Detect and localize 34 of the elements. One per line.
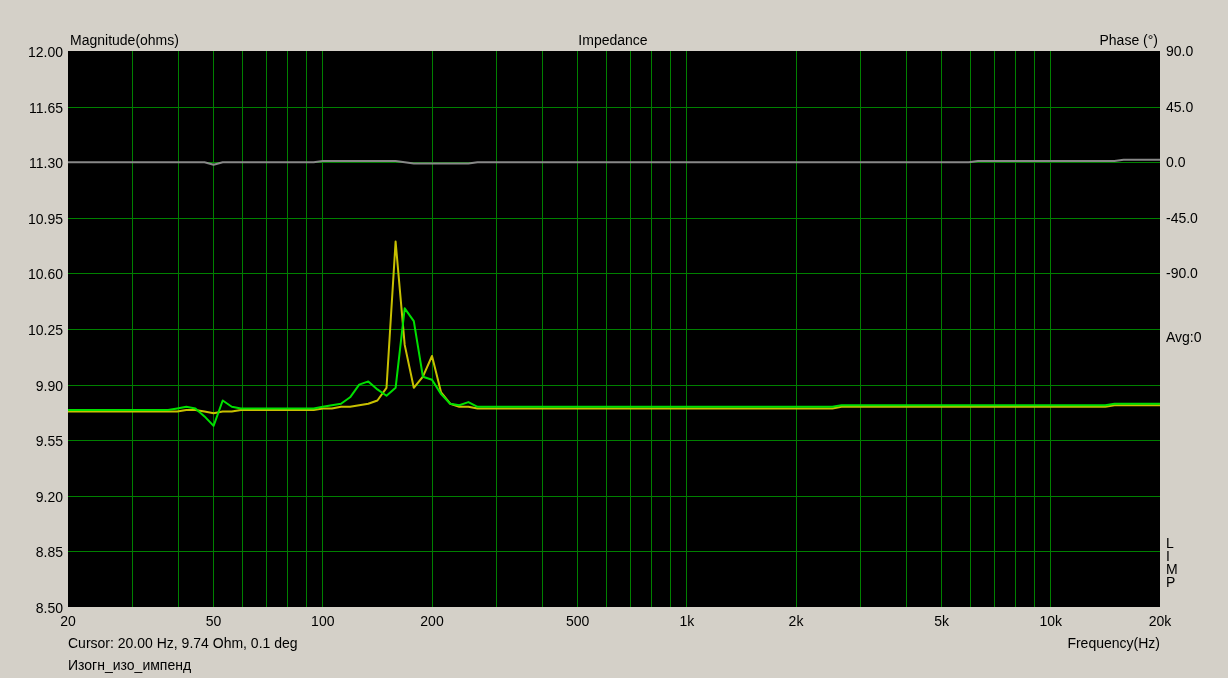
y-tick-label: 10.95 (27, 210, 63, 227)
y-tick-label: 10.60 (27, 265, 63, 282)
phase-tick-label: -45.0 (1166, 210, 1198, 226)
y-tick-label: 12.00 (27, 43, 63, 60)
x-tick-label: 50 (205, 613, 222, 629)
y-tick-label: 11.65 (29, 99, 63, 116)
x-tick-label: 20 (60, 613, 76, 629)
x-axis-title: Frequency(Hz) (1067, 635, 1160, 651)
file-name: Изогн_изо_импенд (68, 657, 192, 673)
x-tick-label: 5k (934, 613, 949, 629)
phase-tick-label: 90.0 (1166, 43, 1194, 59)
y-tick-label: 10.25 (27, 321, 63, 338)
phase-tick-label: -90.0 (1166, 265, 1198, 281)
phase-axis-title: Phase (°) (1099, 32, 1158, 48)
y-tick-label: 9.55 (35, 432, 63, 449)
cursor-readout: Cursor: 20.00 Hz, 9.74 Ohm, 0.1 deg (68, 635, 298, 651)
average-label: Avg:0 (1166, 329, 1202, 345)
x-tick-label: 2k (788, 613, 804, 629)
x-tick-label: 1k (679, 613, 695, 629)
y-tick-label: 11.30 (29, 154, 63, 171)
x-tick-label: 500 (565, 613, 590, 629)
x-tick-label: 200 (420, 613, 444, 629)
y-tick-label: 8.50 (35, 599, 63, 616)
y-tick-label: 9.20 (35, 488, 63, 505)
chart-title: Impedance (578, 32, 648, 48)
y-tick-label: 9.90 (35, 377, 63, 394)
x-tick-label: 20k (1148, 613, 1172, 629)
x-tick-label: 100 (311, 613, 335, 629)
y-axis-title: Magnitude(ohms) (70, 32, 179, 48)
app-logo-label: LIMP (1166, 535, 1178, 590)
phase-tick-label: 0.0 (1166, 154, 1186, 170)
phase-tick-label: 45.0 (1166, 99, 1194, 115)
x-tick-label: 10k (1039, 613, 1063, 629)
y-tick-label: 8.85 (35, 543, 63, 560)
